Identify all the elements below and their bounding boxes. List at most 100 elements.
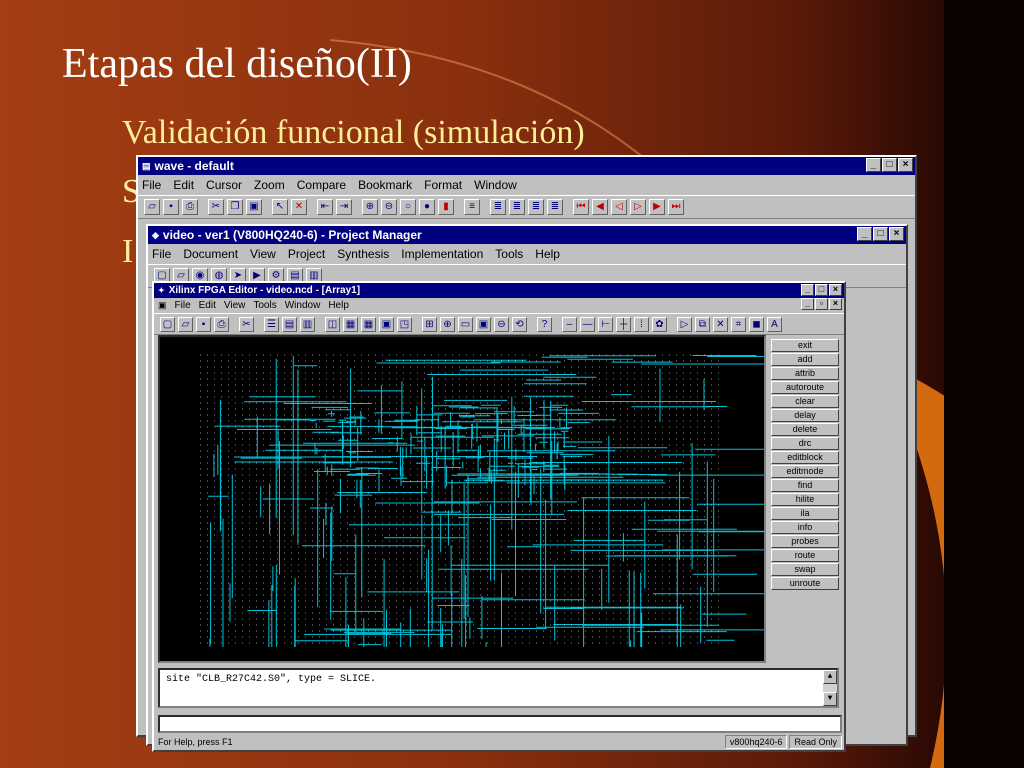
delete-cursor-icon[interactable]: ✕ [291,199,307,215]
next-edge-icon[interactable]: ▶ [649,199,665,215]
command-button-autoroute[interactable]: autoroute [771,381,839,394]
command-button-unroute[interactable]: unroute [771,577,839,590]
menu-synthesis[interactable]: Synthesis [337,247,389,261]
scroll-down-icon[interactable]: ▼ [823,692,837,706]
zoom-in-icon[interactable]: ⊕ [362,199,378,215]
copy-icon[interactable]: ❐ [227,199,243,215]
junction-icon[interactable]: ┼ [616,316,631,332]
back-icon[interactable]: ◁ [611,199,627,215]
view-b-icon[interactable]: ▦ [343,316,358,332]
maximize-button[interactable]: □ [873,227,888,241]
view-c-icon[interactable]: ▦ [361,316,376,332]
close-button[interactable]: × [898,158,913,172]
close-button[interactable]: × [829,284,842,296]
format-b-icon[interactable]: ≣ [509,199,525,215]
menu-compare[interactable]: Compare [297,178,346,192]
menu-help[interactable]: Help [328,300,349,311]
cut-icon[interactable]: ✂ [239,316,254,332]
command-button-route[interactable]: route [771,549,839,562]
child-minimize-button[interactable]: _ [801,298,814,310]
help-icon[interactable]: ? [537,316,552,332]
child-restore-button[interactable]: ▫ [815,298,828,310]
menu-project[interactable]: Project [288,247,325,261]
command-button-drc[interactable]: drc [771,437,839,450]
first-edge-icon[interactable]: ⏮ [573,199,589,215]
save-icon[interactable]: ▪ [163,199,179,215]
line-b-icon[interactable]: — [580,316,595,332]
layers-icon[interactable]: ⧉ [695,316,710,332]
print-icon[interactable]: ⎙ [214,316,229,332]
command-button-hilite[interactable]: hilite [771,493,839,506]
routing-canvas[interactable] [158,335,817,663]
menu-format[interactable]: Format [424,178,462,192]
command-button-editblock[interactable]: editblock [771,451,839,464]
command-button-exit[interactable]: exit [771,339,839,352]
view-e-icon[interactable]: ◳ [397,316,412,332]
minimize-button[interactable]: _ [801,284,814,296]
menu-help[interactable]: Help [535,247,560,261]
pointer-icon[interactable]: ↖ [272,199,288,215]
list-b-icon[interactable]: ▤ [282,316,297,332]
menu-window[interactable]: Window [474,178,517,192]
menu-view[interactable]: View [250,247,276,261]
zoom-icon[interactable]: ○ [400,199,416,215]
command-button-clear[interactable]: clear [771,395,839,408]
last-edge-icon[interactable]: ⏭ [668,199,684,215]
forward-icon[interactable]: ▷ [630,199,646,215]
open-icon[interactable]: ▱ [144,199,160,215]
redraw-icon[interactable]: ⟲ [512,316,527,332]
open-icon[interactable]: ▱ [178,316,193,332]
zoom-range-icon[interactable]: ▮ [438,199,454,215]
maximize-button[interactable]: □ [815,284,828,296]
minimize-button[interactable]: _ [857,227,872,241]
maximize-button[interactable]: □ [882,158,897,172]
menu-tools[interactable]: Tools [253,300,276,311]
print-icon[interactable]: ⎙ [182,199,198,215]
zoom-in-icon[interactable]: ⊕ [440,316,455,332]
zoom-out-icon[interactable]: ⊖ [381,199,397,215]
new-icon[interactable]: ▢ [160,316,175,332]
grid-icon[interactable]: ⁞ [634,316,649,332]
menu-edit[interactable]: Edit [199,300,216,311]
bounds-icon[interactable]: ⌗ [731,316,746,332]
format-a-icon[interactable]: ≣ [490,199,506,215]
zoom-full-icon[interactable]: ● [419,199,435,215]
command-button-editmode[interactable]: editmode [771,465,839,478]
zoom-sel-icon[interactable]: ▣ [476,316,491,332]
menu-implementation[interactable]: Implementation [401,247,483,261]
save-icon[interactable]: ▪ [196,316,211,332]
zoom-box-icon[interactable]: ▭ [458,316,473,332]
close-button[interactable]: × [889,227,904,241]
command-button-info[interactable]: info [771,521,839,534]
child-close-button[interactable]: × [829,298,842,310]
menu-file[interactable]: File [142,178,161,192]
component-icon[interactable]: ✿ [652,316,667,332]
minimize-button[interactable]: _ [866,158,881,172]
format-d-icon[interactable]: ≣ [547,199,563,215]
console-scrollbar[interactable]: ▲ ▼ [823,670,837,706]
insert-signal-icon[interactable]: ≡ [464,199,480,215]
scroll-up-icon[interactable]: ▲ [823,670,837,684]
command-button-probes[interactable]: probes [771,535,839,548]
menu-file[interactable]: File [152,247,171,261]
text-icon[interactable]: A [767,316,782,332]
menu-edit[interactable]: Edit [173,178,194,192]
list-a-icon[interactable]: ☰ [264,316,279,332]
menu-zoom[interactable]: Zoom [254,178,285,192]
cut-icon[interactable]: ✂ [208,199,224,215]
line-a-icon[interactable]: – [562,316,577,332]
prev-edge-icon[interactable]: ◀ [592,199,608,215]
command-button-add[interactable]: add [771,353,839,366]
zoom-out-icon[interactable]: ⊖ [494,316,509,332]
paste-icon[interactable]: ▣ [246,199,262,215]
menu-view[interactable]: View [224,300,246,311]
zoom-fit-icon[interactable]: ⊞ [422,316,437,332]
menu-tools[interactable]: Tools [495,247,523,261]
wire-icon[interactable]: ⊢ [598,316,613,332]
command-button-delay[interactable]: delay [771,409,839,422]
command-button-ila[interactable]: ila [771,507,839,520]
mark-icon[interactable]: ◼ [749,316,764,332]
pm-titlebar[interactable]: ◈ video - ver1 (V800HQ240-6) - Project M… [148,226,906,244]
view-a-icon[interactable]: ◫ [325,316,340,332]
cursor-right-icon[interactable]: ⇥ [336,199,352,215]
